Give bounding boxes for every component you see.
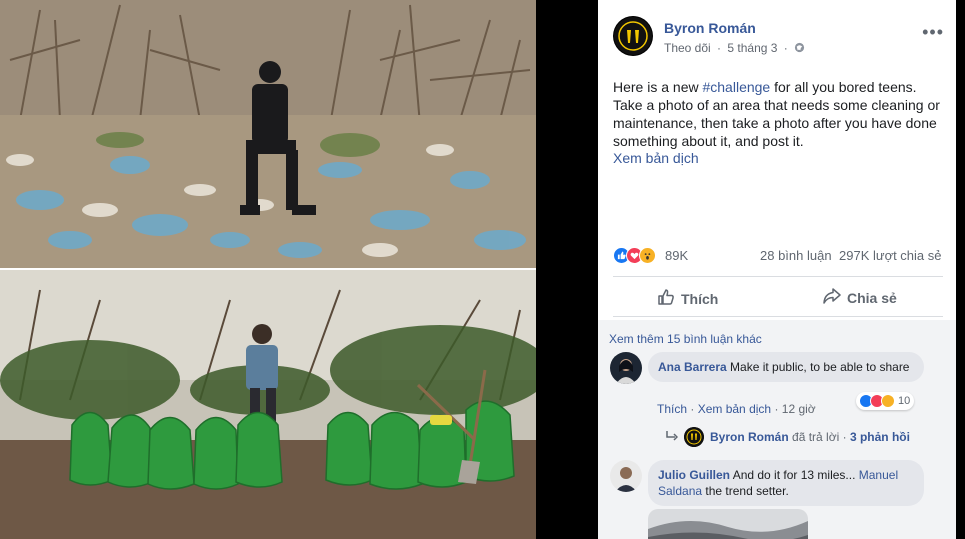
comments-section: Xem thêm 15 bình luận khác Ana Barrera M… [598, 320, 956, 539]
meta-separator: · [783, 41, 788, 55]
wow-reaction-icon [881, 394, 895, 408]
globe-icon [794, 41, 805, 55]
comment-count[interactable]: 28 bình luận [760, 248, 832, 263]
replies-summary[interactable]: Byron Román đã trả lời · 3 phản hồi [666, 427, 910, 447]
comment-bubble: Julio Guillen And do it for 13 miles... … [648, 460, 924, 506]
thumbs-up-icon [657, 288, 675, 309]
comment-text: the trend setter. [705, 484, 789, 498]
author-avatar[interactable] [613, 16, 653, 56]
reaction-count[interactable]: 89K [665, 248, 688, 263]
post-photo[interactable] [0, 0, 536, 539]
reply-arrow-icon [666, 430, 679, 444]
comment-attachment-image[interactable] [648, 509, 808, 539]
share-count[interactable]: 297K lượt chia sẻ [839, 248, 942, 263]
reply-text: đã trả lời [792, 430, 840, 444]
commenter-name[interactable]: Ana Barrera [658, 360, 727, 374]
ellipsis-icon[interactable]: ••• [922, 22, 944, 43]
view-more-comments-link[interactable]: Xem thêm 15 bình luận khác [609, 332, 762, 346]
like-label: Thích [681, 290, 719, 307]
comment-text: And do it for 13 miles... [732, 468, 856, 482]
reply-author: Byron Román [710, 430, 789, 444]
comment-translate-link[interactable]: Xem bản dịch [698, 402, 771, 416]
share-button[interactable]: Chia sẻ [823, 288, 897, 307]
comment-reactions[interactable]: 10 [856, 392, 915, 410]
post-header: Byron Román Theo dõi · 5 tháng 3 · ••• [613, 16, 948, 60]
comment-text: Make it public, to be able to share [730, 360, 910, 374]
divider [613, 276, 943, 277]
post-meta: Theo dõi · 5 tháng 3 · [664, 41, 805, 55]
post-actions: Thích Chia sẻ [613, 280, 943, 314]
post-panel: Byron Román Theo dõi · 5 tháng 3 · ••• H… [598, 0, 956, 539]
like-button[interactable]: Thích [657, 288, 718, 309]
reply-author-avatar [684, 427, 704, 447]
post-text-part: Here is a new [613, 79, 703, 95]
commenter-avatar[interactable] [610, 460, 642, 492]
meta-separator: · [842, 430, 847, 444]
meta-separator: · [717, 41, 722, 55]
author-name[interactable]: Byron Román [664, 20, 756, 36]
reply-count: 3 phản hồi [849, 430, 910, 444]
post-body: Here is a new #challenge for all you bor… [613, 78, 948, 150]
post-stats: 89K 28 bình luận 297K lượt chia sẻ [613, 246, 943, 268]
comment-like-link[interactable]: Thích [657, 402, 687, 416]
see-translation-link[interactable]: Xem bản dịch [613, 150, 699, 166]
commenter-name[interactable]: Julio Guillen [658, 468, 730, 482]
follow-link[interactable]: Theo dõi [664, 41, 711, 55]
wow-reaction-icon [639, 247, 656, 264]
post-date[interactable]: 5 tháng 3 [727, 41, 777, 55]
comment-bubble: Ana Barrera Make it public, to be able t… [648, 352, 924, 382]
meta-separator: · [690, 402, 698, 416]
divider [613, 316, 943, 317]
share-label: Chia sẻ [847, 289, 897, 306]
hashtag-link[interactable]: #challenge [702, 79, 770, 95]
comment-reaction-count: 10 [898, 395, 911, 407]
comment-actions: Thích · Xem bản dịch · 12 giờ [657, 402, 816, 416]
comment-time[interactable]: 12 giờ [782, 402, 816, 416]
photo-viewer: Byron Román Theo dõi · 5 tháng 3 · ••• H… [0, 0, 965, 539]
share-arrow-icon [823, 288, 841, 307]
commenter-avatar[interactable] [610, 352, 642, 384]
meta-separator: · [774, 402, 782, 416]
